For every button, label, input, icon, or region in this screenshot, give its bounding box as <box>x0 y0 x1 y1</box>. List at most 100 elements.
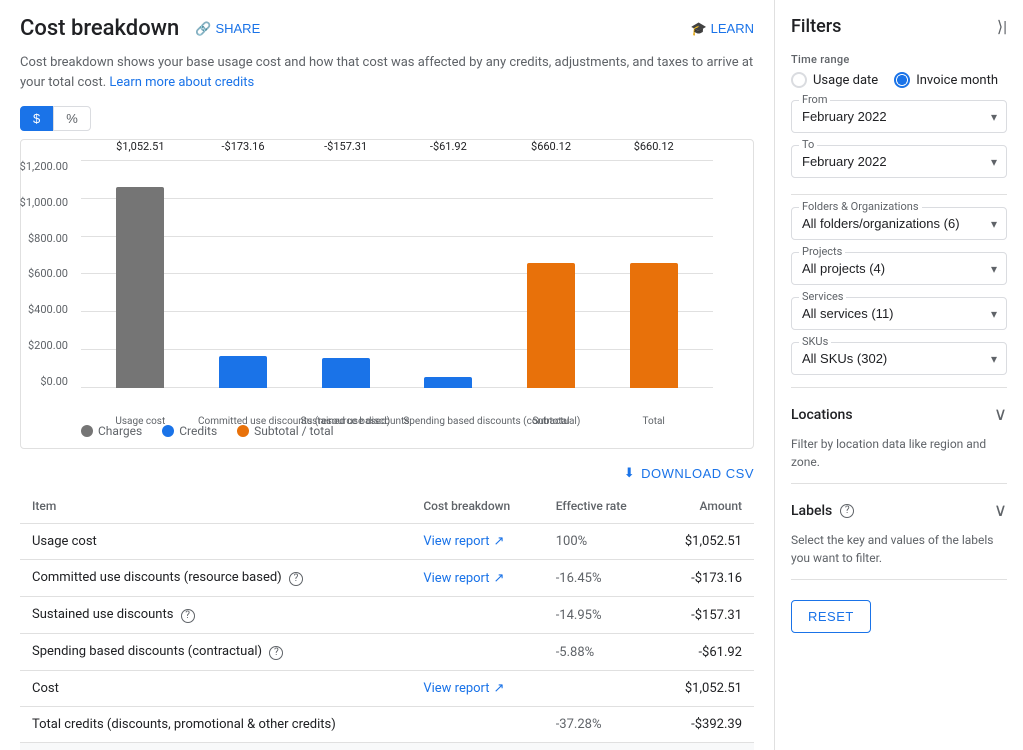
help-icon[interactable]: ? <box>289 572 303 586</box>
skus-select-wrapper: SKUs All SKUs (302) <box>791 342 1007 375</box>
filters-title: Filters <box>791 16 841 37</box>
percent-button[interactable]: % <box>53 106 91 131</box>
folders-select-wrapper: Folders & Organizations All folders/orga… <box>791 207 1007 240</box>
subtotal-label: Subtotal <box>544 743 657 750</box>
from-label: From <box>799 93 830 106</box>
row-effective-rate: -16.45% <box>544 560 657 597</box>
download-csv-button[interactable]: ⬇ DOWNLOAD CSV <box>624 465 754 481</box>
row-item: Spending based discounts (contractual) ? <box>20 634 411 671</box>
row-cost-breakdown <box>411 597 543 634</box>
cost-table: Item Cost breakdown Effective rate Amoun… <box>20 489 754 750</box>
legend-subtotal: Subtotal / total <box>237 424 333 438</box>
time-range-section: Time range Usage date Invoice month From… <box>791 53 1007 178</box>
row-effective-rate: 100% <box>544 524 657 560</box>
to-label: To <box>799 138 817 151</box>
locations-section: Locations ∨ Filter by location data like… <box>791 400 1007 471</box>
external-link-icon: ↗ <box>494 534 505 549</box>
subtotal-empty <box>411 743 543 750</box>
legend-credits: Credits <box>162 424 217 438</box>
divider-1 <box>791 194 1007 195</box>
projects-select-wrapper: Projects All projects (4) <box>791 252 1007 285</box>
subtotal-row: Subtotal $660.12 <box>20 743 754 750</box>
labels-section: Labels ? ∨ Select the key and values of … <box>791 496 1007 567</box>
divider-3 <box>791 483 1007 484</box>
usage-date-radio[interactable] <box>791 72 807 88</box>
subtotal-amount: $660.12 <box>657 743 754 750</box>
help-icon[interactable]: ? <box>269 646 283 660</box>
labels-expand-icon: ∨ <box>994 500 1007 521</box>
row-cost-breakdown <box>411 707 543 743</box>
bar-subtotal: $660.12 Subtotal <box>512 160 591 388</box>
bar-usage-cost: $1,052.51 Usage cost <box>101 160 180 388</box>
locations-expand-icon: ∨ <box>994 404 1007 425</box>
legend-dot-credits <box>162 425 174 437</box>
view-report-link[interactable]: View report ↗ <box>423 681 504 696</box>
bar-sustained-discounts: -$157.31 Sustained use discounts <box>306 160 385 388</box>
row-effective-rate: -5.88% <box>544 634 657 671</box>
row-amount: -$173.16 <box>657 560 754 597</box>
chart-legend: Charges Credits Subtotal / total <box>81 424 334 438</box>
row-amount: $1,052.51 <box>657 524 754 560</box>
col-item: Item <box>20 489 411 524</box>
row-item: Committed use discounts (resource based)… <box>20 560 411 597</box>
learn-button[interactable]: 🎓 LEARN <box>690 21 754 37</box>
table-row: Committed use discounts (resource based)… <box>20 560 754 597</box>
labels-help-icon[interactable]: ? <box>840 504 854 518</box>
row-item: Total credits (discounts, promotional & … <box>20 707 411 743</box>
table-row: Total credits (discounts, promotional & … <box>20 707 754 743</box>
labels-header[interactable]: Labels ? ∨ <box>791 496 1007 525</box>
skus-label: SKUs <box>799 335 831 348</box>
legend-charges: Charges <box>81 424 142 438</box>
labels-label: Labels <box>791 503 832 519</box>
bar-spending-discounts: -$61.92 Spending based discounts (contra… <box>409 160 488 388</box>
collapse-panel-icon[interactable]: ⟩| <box>997 17 1007 36</box>
dollar-button[interactable]: $ <box>20 106 53 131</box>
table-row: Usage cost View report ↗ 100% $1,052.51 <box>20 524 754 560</box>
col-cost-breakdown: Cost breakdown <box>411 489 543 524</box>
services-label: Services <box>799 290 846 303</box>
locations-header[interactable]: Locations ∨ <box>791 400 1007 429</box>
filters-header: Filters ⟩| <box>791 16 1007 37</box>
help-icon[interactable]: ? <box>181 609 195 623</box>
locations-label: Locations <box>791 407 853 423</box>
row-effective-rate <box>544 671 657 707</box>
row-cost-breakdown <box>411 634 543 671</box>
main-content: Cost breakdown 🔗 SHARE 🎓 LEARN Cost brea… <box>0 0 775 750</box>
bar-committed-discounts: -$173.16 Committed use discounts (resour… <box>204 160 283 388</box>
view-report-link[interactable]: View report ↗ <box>423 534 504 549</box>
to-select[interactable]: February 2022 <box>791 145 1007 178</box>
invoice-month-radio[interactable] <box>894 72 910 88</box>
download-icon: ⬇ <box>624 465 635 481</box>
share-button[interactable]: 🔗 SHARE <box>195 21 260 37</box>
external-link-icon: ↗ <box>494 681 505 696</box>
usage-date-option[interactable]: Usage date <box>791 72 878 88</box>
labels-description: Select the key and values of the labels … <box>791 531 1007 567</box>
filters-panel: Filters ⟩| Time range Usage date Invoice… <box>775 0 1023 750</box>
services-select-wrapper: Services All services (11) <box>791 297 1007 330</box>
header-left: Cost breakdown 🔗 SHARE <box>20 16 260 41</box>
currency-toggle: $ % <box>20 106 754 131</box>
description-text: Cost breakdown shows your base usage cos… <box>20 53 754 92</box>
share-icon: 🔗 <box>195 21 211 37</box>
divider-2 <box>791 387 1007 388</box>
reset-button[interactable]: RESET <box>791 600 871 633</box>
subtotal-label-empty <box>20 743 411 750</box>
legend-dot-charges <box>81 425 93 437</box>
col-effective-rate: Effective rate <box>544 489 657 524</box>
page-title: Cost breakdown <box>20 16 179 41</box>
learn-more-link[interactable]: Learn more about credits <box>109 75 254 90</box>
time-range-label: Time range <box>791 53 1007 66</box>
row-amount: -$157.31 <box>657 597 754 634</box>
row-effective-rate: -14.95% <box>544 597 657 634</box>
table-row: Sustained use discounts ? -14.95% -$157.… <box>20 597 754 634</box>
from-select-wrapper: From February 2022 <box>791 100 1007 133</box>
row-amount: -$392.39 <box>657 707 754 743</box>
view-report-link[interactable]: View report ↗ <box>423 571 504 586</box>
legend-dot-subtotal <box>237 425 249 437</box>
folders-label: Folders & Organizations <box>799 200 922 213</box>
row-cost-breakdown: View report ↗ <box>411 560 543 597</box>
divider-4 <box>791 579 1007 580</box>
learn-icon: 🎓 <box>690 21 706 37</box>
table-row: Spending based discounts (contractual) ?… <box>20 634 754 671</box>
invoice-month-option[interactable]: Invoice month <box>894 72 998 88</box>
